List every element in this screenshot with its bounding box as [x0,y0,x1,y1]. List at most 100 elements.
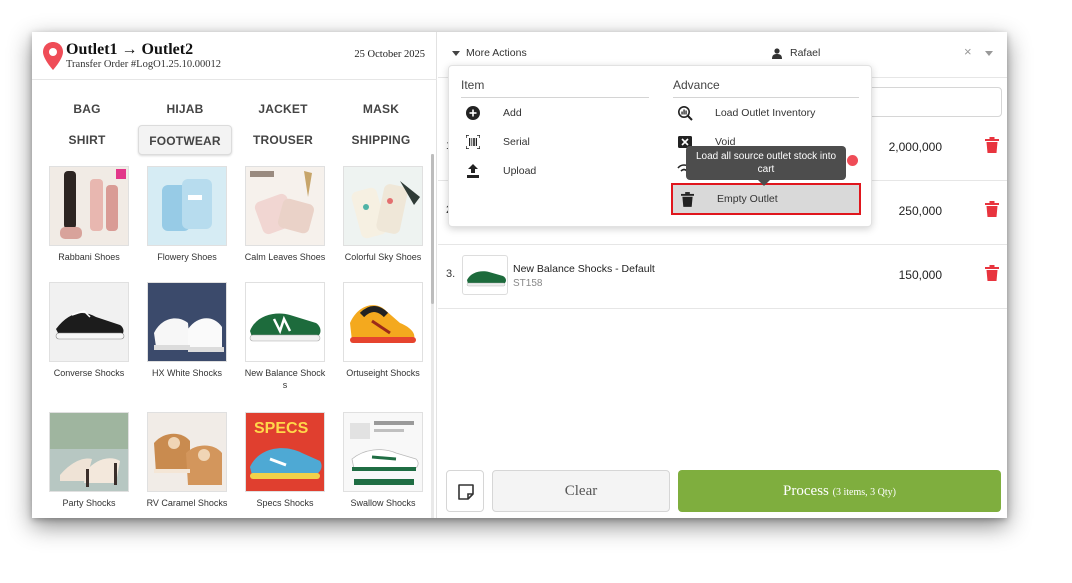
magnify-chart-icon [677,105,693,121]
trash-icon [679,191,695,207]
menu-item-empty-outlet[interactable]: Empty Outlet [671,183,861,215]
tab-jacket[interactable]: JACKET [236,94,330,124]
product-card[interactable]: Colorful Sky Shoes [338,166,428,263]
product-image [147,412,227,492]
clear-user-icon[interactable]: × [964,44,972,59]
tooltip-line-2: cart [757,164,775,175]
product-card[interactable]: New Balance Shock s [240,282,330,391]
product-image [147,166,227,246]
barcode-scan-icon [465,134,481,150]
tooltip-line-1: Load all source outlet stock into [695,151,837,162]
transfer-order-window: Outlet1 → Outlet2 Transfer Order #LogO1.… [32,32,1007,518]
tab-shirt[interactable]: SHIRT [40,125,134,155]
product-image: SPECS [245,412,325,492]
divider [673,97,859,98]
trash-icon[interactable] [985,201,999,217]
process-label: Process [783,483,829,499]
tab-footwear[interactable]: FOOTWEAR [138,125,232,155]
product-card[interactable]: Calm Leaves Shoes [240,166,330,263]
sticky-note-icon [458,484,474,500]
product-name: Swallow Shocks [350,498,416,508]
product-image [49,282,129,362]
product-name: New Balance Shock s [244,368,326,390]
row-number: 3. [446,268,456,280]
menu-item-add[interactable]: Add [465,104,522,122]
row-price: 2,000,000 [888,140,942,154]
product-card[interactable]: Rabbani Shoes [44,166,134,263]
menu-item-load-outlet-inventory[interactable]: Load Outlet Inventory [677,104,815,122]
user-selector[interactable]: Rafael [772,47,820,59]
row-price: 150,000 [898,268,942,282]
menu-section-advance: Advance [673,78,720,92]
more-actions-label: More Actions [466,47,527,59]
row-price: 250,000 [898,204,942,218]
page-title: Outlet1 → Outlet2 [66,41,194,58]
action-bar: Clear Process (3 items, 3 Qty) [438,462,1007,518]
tab-mask[interactable]: MASK [334,94,428,124]
order-header: Outlet1 → Outlet2 Transfer Order #LogO1.… [32,32,437,80]
product-name: Flowery Shoes [157,252,217,262]
tab-hijab[interactable]: HIJAB [138,94,232,124]
user-name: Rafael [790,47,821,59]
product-card[interactable]: HX White Shocks [142,282,232,379]
product-card[interactable]: RV Caramel Shocks [142,412,232,509]
product-name: Party Shocks [62,498,116,508]
product-image [245,282,325,362]
notification-dot [847,155,858,166]
process-summary: (3 items, 3 Qty) [832,487,896,498]
process-button[interactable]: Process (3 items, 3 Qty) [678,470,1001,512]
plus-circle-icon [465,105,481,121]
product-image [343,166,423,246]
product-card[interactable]: Swallow Shocks [338,412,428,509]
tab-bag[interactable]: BAG [40,94,134,124]
product-name: Ortuseight Shocks [346,368,420,378]
product-card[interactable]: Ortuseight Shocks [338,282,428,379]
product-name: HX White Shocks [151,368,223,378]
tab-shipping[interactable]: SHIPPING [334,125,428,155]
product-name: Rabbani Shoes [58,252,120,262]
menu-item-label: Serial [503,136,530,148]
product-image [49,412,129,492]
menu-section-item: Item [461,78,485,92]
product-card[interactable]: Converse Shocks [44,282,134,379]
svg-text:SPECS: SPECS [254,420,309,437]
product-name: Colorful Sky Shoes [344,252,422,262]
menu-item-serial[interactable]: Serial [465,133,530,151]
product-card[interactable]: Flowery Shoes [142,166,232,263]
user-icon [772,47,782,59]
more-actions-button[interactable]: More Actions [452,47,527,59]
catalog-scrollbar[interactable] [431,154,434,518]
row-sku: ST158 [513,278,543,289]
note-button[interactable] [446,470,484,512]
map-pin-icon [43,42,63,70]
transfer-order-number: Transfer Order #LogO1.25.10.00012 [66,59,222,70]
table-row[interactable]: 3. New Balance Shocks - Default ST158 15… [438,245,1007,309]
clear-button[interactable]: Clear [492,470,670,512]
product-image [245,166,325,246]
menu-item-label: Empty Outlet [717,193,778,205]
product-catalog-panel: Outlet1 → Outlet2 Transfer Order #LogO1.… [32,32,437,518]
divider [461,97,649,98]
product-name: RV Caramel Shocks [146,498,228,508]
product-image [343,282,423,362]
order-date: 25 October 2025 [354,49,425,60]
product-image [343,412,423,492]
scrollbar-thumb[interactable] [431,154,434,304]
product-name: Calm Leaves Shoes [244,252,326,262]
tooltip: Load all source outlet stock into cart [686,146,846,186]
product-card[interactable]: SPECS Specs Shocks [240,412,330,509]
product-card[interactable]: Party Shocks [44,412,134,509]
chevron-down-icon[interactable] [985,51,993,56]
product-name: Specs Shocks [256,498,314,508]
menu-item-label: Add [503,107,522,119]
product-image [49,166,129,246]
product-grid: Rabbani Shoes Flowery Shoes Calm Leaves … [32,162,430,518]
search-input[interactable] [868,87,1002,117]
product-image [147,282,227,362]
trash-icon[interactable] [985,137,999,153]
tab-trouser[interactable]: TROUSER [236,125,330,155]
trash-icon[interactable] [985,265,999,281]
menu-item-label: Upload [503,165,537,177]
product-name: Converse Shocks [53,368,125,378]
menu-item-upload[interactable]: Upload [465,162,536,180]
